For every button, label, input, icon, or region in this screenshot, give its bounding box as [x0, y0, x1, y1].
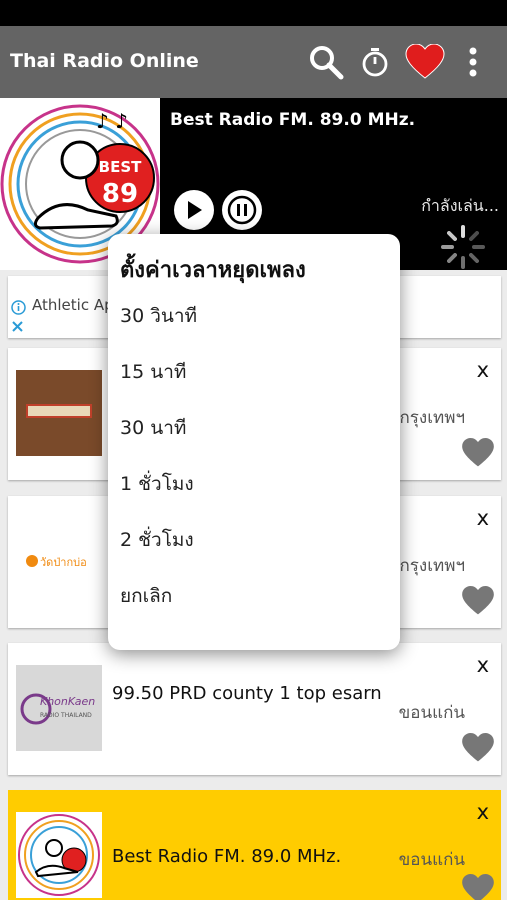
playing-status: กำลังเล่น...	[421, 196, 499, 215]
svg-text:♪ ♪: ♪ ♪	[96, 109, 128, 133]
station-thumbnail	[16, 370, 102, 456]
sleep-timer-dialog: ตั้งค่าเวลาหยุดเพลง 30 วินาที 15 นาที 30…	[108, 234, 400, 650]
ad-close-icon[interactable]	[11, 318, 24, 337]
station-location: ขอนแก่น	[398, 850, 465, 870]
timer-option-30-seconds[interactable]: 30 วินาที	[108, 289, 400, 343]
status-bar	[0, 0, 507, 26]
remove-station-button[interactable]: x	[477, 506, 489, 530]
logo-number: 89	[102, 179, 138, 209]
remove-station-button[interactable]: x	[477, 653, 489, 677]
thumbnail-text: วัดป่ากบ่อ	[40, 556, 87, 569]
station-name: 99.50 PRD county 1 top esarn	[112, 683, 382, 704]
app-title: Thai Radio Online	[10, 50, 199, 72]
now-playing-title: Best Radio FM. 89.0 MHz.	[170, 110, 416, 130]
timer-icon[interactable]	[358, 44, 392, 80]
logo-text: BEST	[99, 158, 142, 176]
station-thumbnail: วัดป่ากบ่อ	[16, 518, 102, 604]
favorite-heart-icon[interactable]	[461, 874, 495, 900]
app-bar: Thai Radio Online	[0, 26, 507, 98]
station-location: ขอนแก่น	[398, 703, 465, 723]
dialog-title: ตั้งค่าเวลาหยุดเพลง	[120, 258, 306, 283]
station-card[interactable]: KhonKaen RADIO THAILAND 99.50 PRD county…	[8, 643, 501, 775]
station-location: กรุงเทพฯ	[399, 408, 466, 428]
station-thumbnail	[16, 812, 102, 898]
loading-spinner-icon	[440, 224, 486, 274]
station-thumbnail: KhonKaen RADIO THAILAND	[16, 665, 102, 751]
cancel-button[interactable]: ยกเลิก	[108, 569, 400, 623]
thumbnail-subtext: RADIO THAILAND	[40, 712, 92, 719]
station-name: Best Radio FM. 89.0 MHz.	[112, 846, 342, 867]
ad-text: Athletic Ap	[32, 296, 114, 314]
play-button[interactable]	[174, 190, 214, 230]
timer-option-1-hour[interactable]: 1 ชั่วโมง	[108, 457, 400, 511]
thumbnail-text: KhonKaen	[40, 695, 95, 708]
favorites-heart-icon[interactable]	[404, 44, 446, 80]
favorite-heart-icon[interactable]	[461, 733, 495, 767]
timer-option-2-hours[interactable]: 2 ชั่วโมง	[108, 513, 400, 567]
more-menu-icon[interactable]	[462, 44, 484, 80]
remove-station-button[interactable]: x	[477, 800, 489, 824]
timer-option-15-minutes[interactable]: 15 นาที	[108, 345, 400, 399]
pause-button[interactable]	[222, 190, 262, 230]
ad-info-icon[interactable]	[11, 300, 26, 319]
station-location: กรุงเทพฯ	[399, 556, 466, 576]
station-card-playing[interactable]: Best Radio FM. 89.0 MHz. x ขอนแก่น	[8, 790, 501, 900]
remove-station-button[interactable]: x	[477, 358, 489, 382]
favorite-heart-icon[interactable]	[461, 586, 495, 620]
favorite-heart-icon[interactable]	[461, 438, 495, 472]
search-icon[interactable]	[306, 44, 346, 80]
timer-option-30-minutes[interactable]: 30 นาที	[108, 401, 400, 455]
